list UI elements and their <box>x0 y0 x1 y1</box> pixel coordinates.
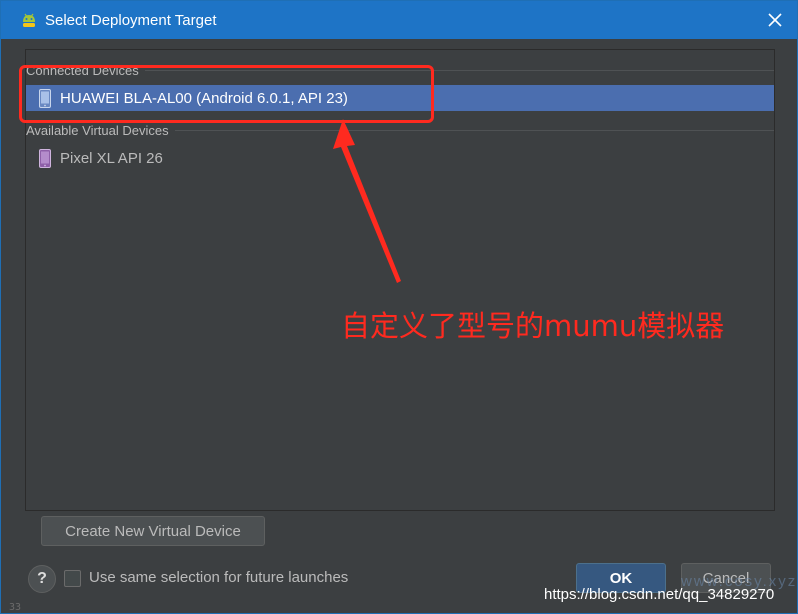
help-button[interactable]: ? <box>28 565 56 593</box>
phone-icon <box>38 88 52 108</box>
section-divider <box>144 70 774 71</box>
dialog-title: Select Deployment Target <box>45 11 217 29</box>
device-row-pixel-xl[interactable]: Pixel XL API 26 <box>26 145 774 171</box>
section-divider <box>174 130 774 131</box>
future-launches-checkbox[interactable] <box>64 570 81 587</box>
title-bar[interactable]: Select Deployment Target <box>1 1 797 39</box>
device-label: HUAWEI BLA-AL00 (Android 6.0.1, API 23) <box>60 89 348 107</box>
device-label: Pixel XL API 26 <box>60 149 163 167</box>
future-launches-label: Use same selection for future launches <box>89 569 349 586</box>
create-virtual-device-button[interactable]: Create New Virtual Device <box>41 516 265 546</box>
device-row-huawei[interactable]: HUAWEI BLA-AL00 (Android 6.0.1, API 23) <box>26 85 774 111</box>
section-header-label: Connected Devices <box>26 63 139 78</box>
android-icon <box>20 11 38 29</box>
question-icon: ? <box>37 570 47 587</box>
create-virtual-device-label: Create New Virtual Device <box>65 522 241 540</box>
watermark-url: https://blog.csdn.net/qq_34829270 <box>544 586 775 603</box>
device-list[interactable]: Connected Devices HUAWEI BLA-AL00 (Andro… <box>25 49 775 511</box>
section-header-label: Available Virtual Devices <box>26 123 169 138</box>
editor-gutter-line-number: 33 <box>9 602 22 613</box>
close-icon[interactable] <box>765 10 785 30</box>
section-header-connected: Connected Devices <box>26 63 774 78</box>
annotation-note: 自定义了型号的mumu模拟器 <box>341 309 725 343</box>
deployment-target-dialog: Select Deployment Target Connected Devic… <box>0 0 798 614</box>
section-header-virtual: Available Virtual Devices <box>26 123 774 138</box>
ok-label: OK <box>609 569 633 587</box>
virtual-phone-icon <box>38 148 52 168</box>
